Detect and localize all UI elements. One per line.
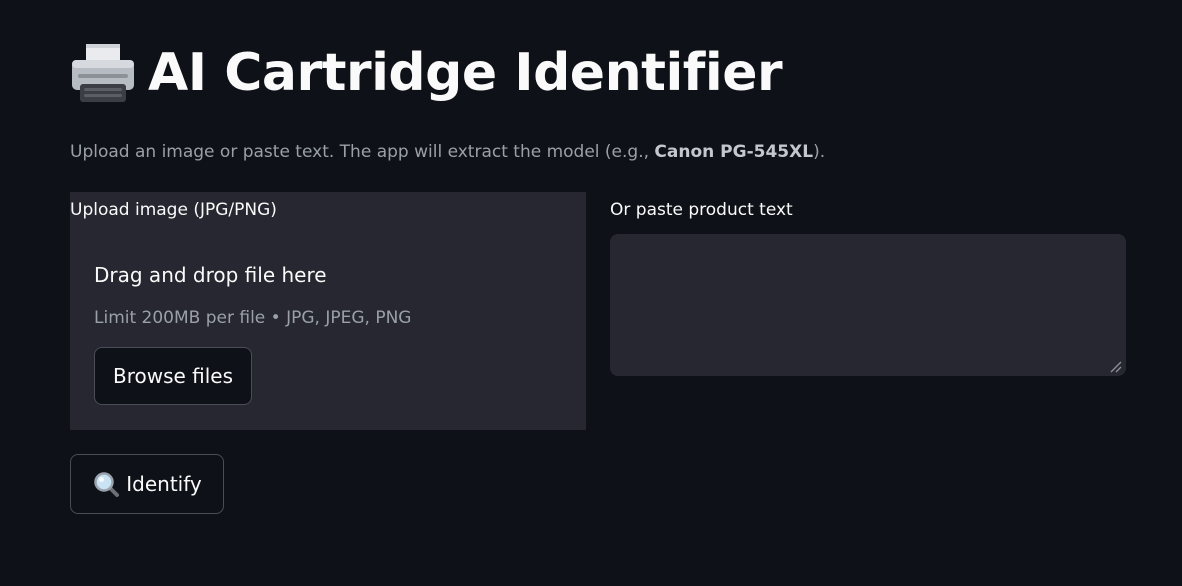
page-title: AI Cartridge Identifier xyxy=(148,43,783,103)
magnifier-icon xyxy=(92,470,120,498)
identify-button[interactable]: Identify xyxy=(70,454,224,514)
subtitle-example-model: Canon PG-545XL xyxy=(654,142,814,162)
resize-handle-icon[interactable] xyxy=(1108,358,1122,373)
printer-icon xyxy=(68,40,138,106)
app-root: AI Cartridge Identifier Upload an image … xyxy=(0,0,1182,586)
product-text-field-container xyxy=(610,234,1126,376)
subtitle-text-before: Upload an image or paste text. The app w… xyxy=(70,142,655,162)
identify-button-label: Identify xyxy=(126,472,202,496)
product-text-area[interactable] xyxy=(610,234,1126,376)
product-text-label: Or paste product text xyxy=(610,200,793,220)
page-header: AI Cartridge Identifier xyxy=(68,38,783,108)
file-uploader[interactable]: Upload image (JPG/PNG) Drag and drop fil… xyxy=(70,192,586,430)
page-subtitle: Upload an image or paste text. The app w… xyxy=(70,142,825,162)
dropzone-title: Drag and drop file here xyxy=(94,263,327,287)
browse-files-button[interactable]: Browse files xyxy=(94,347,252,405)
dropzone-limit-text: Limit 200MB per file • JPG, JPEG, PNG xyxy=(94,308,412,328)
uploader-label: Upload image (JPG/PNG) xyxy=(70,200,277,220)
subtitle-text-after: ). xyxy=(813,142,826,162)
